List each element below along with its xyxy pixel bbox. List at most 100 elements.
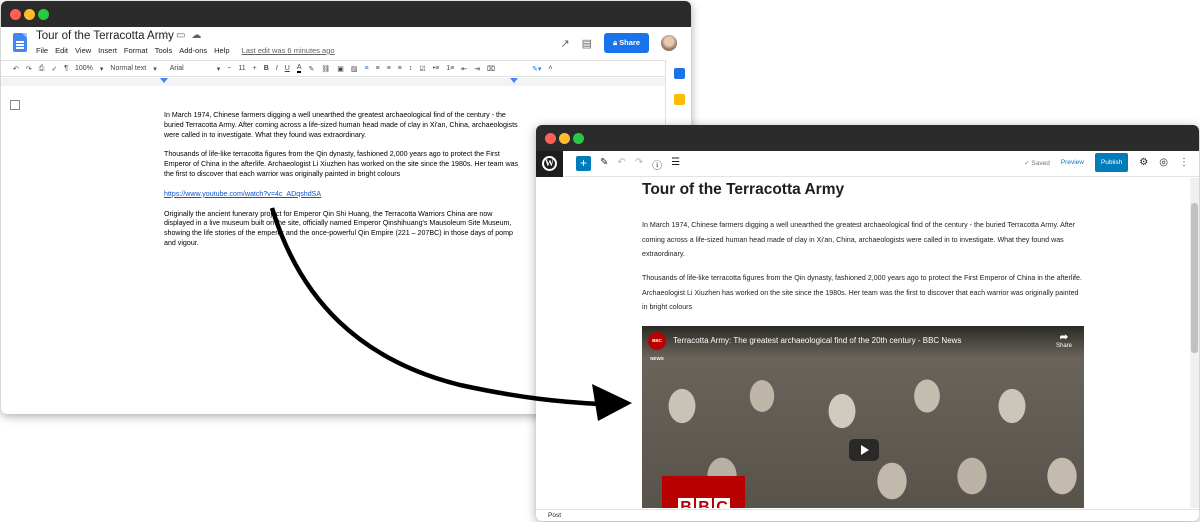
activity-trend-icon[interactable]: ↗	[560, 37, 569, 50]
decrease-size-button[interactable]: −	[227, 65, 231, 72]
increase-indent-icon[interactable]: ⇥	[474, 65, 480, 73]
close-window-button[interactable]	[545, 133, 556, 144]
menu-format[interactable]: Format	[124, 46, 148, 55]
keep-icon[interactable]	[674, 94, 685, 105]
comments-icon[interactable]: ▤	[582, 37, 592, 50]
menu-tools[interactable]: Tools	[155, 46, 173, 55]
scrollbar-thumb[interactable]	[1191, 203, 1198, 353]
underline-icon[interactable]: U	[285, 65, 290, 72]
channel-avatar[interactable]: BBC NEWS	[648, 332, 666, 361]
move-folder-icon[interactable]: ▭	[176, 30, 191, 41]
doc-paragraph[interactable]: In March 1974, Chinese farmers digging a…	[164, 111, 519, 140]
editor-tools: ✎ ↶ ↷ ⓘ ☰	[600, 157, 680, 172]
style-select[interactable]: Normal text	[110, 65, 146, 72]
spellcheck-icon[interactable]: ✓	[51, 65, 57, 73]
increase-size-button[interactable]: +	[253, 65, 257, 72]
calendar-icon[interactable]	[674, 68, 685, 79]
youtube-link[interactable]: https://www.youtube.com/watch?v=4c_ADqsh…	[164, 190, 321, 198]
wordpress-logo-icon[interactable]: W	[536, 151, 563, 177]
link-icon[interactable]: ⛓	[321, 65, 330, 73]
doc-paragraph[interactable]: Originally the ancient funerary project …	[164, 210, 519, 249]
play-button[interactable]	[849, 439, 879, 461]
align-left-icon[interactable]: ≡	[365, 65, 369, 72]
bold-icon[interactable]: B	[264, 65, 269, 72]
chevron-down-icon: ▾	[216, 65, 221, 73]
block-breadcrumb[interactable]: Post	[536, 509, 1199, 521]
undo-icon[interactable]: ↶	[13, 65, 19, 73]
menu-view[interactable]: View	[75, 46, 91, 55]
cloud-status-icon[interactable]: ☁	[191, 30, 207, 41]
scrollbar[interactable]	[1190, 178, 1199, 508]
share-label: Share	[619, 38, 640, 47]
share-label: Share	[1055, 343, 1072, 349]
undo-icon[interactable]: ↶	[617, 157, 625, 172]
maximize-window-button[interactable]	[38, 9, 49, 20]
star-icon[interactable]: ☆	[161, 30, 176, 41]
collapse-toolbar-icon[interactable]: ˄	[548, 65, 552, 72]
chevron-down-icon: ▾	[99, 65, 104, 73]
share-button[interactable]: ➦ Share	[1056, 332, 1072, 349]
add-block-button[interactable]: +	[576, 156, 591, 171]
youtube-embed-block[interactable]: BBC NEWS Terracotta Army: The greatest a…	[642, 326, 1084, 508]
bullet-list-icon[interactable]: •≡	[433, 65, 440, 72]
align-right-icon[interactable]: ≡	[387, 65, 391, 72]
right-indent-marker[interactable]	[510, 78, 518, 83]
menu-addons[interactable]: Add-ons	[179, 46, 207, 55]
clear-formatting-icon[interactable]: ⌧	[487, 65, 495, 73]
bbc-logo: BBC	[662, 476, 745, 508]
ruler[interactable]	[1, 78, 665, 86]
preview-button[interactable]: Preview	[1061, 159, 1084, 166]
image-icon[interactable]: ▨	[351, 65, 358, 73]
last-edit-link[interactable]: Last edit was 6 minutes ago	[242, 46, 335, 55]
minimize-window-button[interactable]	[559, 133, 570, 144]
editing-mode-icon[interactable]: ✎▾	[532, 65, 541, 73]
publish-button[interactable]: Publish	[1094, 153, 1129, 172]
document-body[interactable]: In March 1974, Chinese farmers digging a…	[164, 111, 519, 259]
redo-icon[interactable]: ↷	[26, 65, 32, 73]
minimize-window-button[interactable]	[24, 9, 35, 20]
italic-icon[interactable]: I	[276, 65, 278, 72]
highlight-icon[interactable]: ✎	[308, 65, 314, 73]
menu-edit[interactable]: Edit	[55, 46, 68, 55]
paragraph-block[interactable]: Thousands of life-like terracotta figure…	[642, 271, 1082, 315]
align-center-icon[interactable]: ≡	[376, 65, 380, 72]
settings-gear-icon[interactable]: ⚙	[1139, 157, 1148, 168]
zoom-select[interactable]: 100%	[75, 65, 93, 72]
print-icon[interactable]: ⎙	[39, 65, 45, 73]
justify-icon[interactable]: ≡	[398, 65, 402, 72]
left-indent-marker[interactable]	[160, 78, 168, 83]
doc-paragraph[interactable]: Thousands of life-like terracotta figure…	[164, 150, 519, 179]
font-size-input[interactable]: 11	[238, 65, 245, 72]
saved-label: Saved	[1031, 159, 1050, 167]
numbered-list-icon[interactable]: 1≡	[446, 65, 454, 72]
menu-help[interactable]: Help	[214, 46, 229, 55]
menu-insert[interactable]: Insert	[98, 46, 117, 55]
bbc-logo-text: BBC	[678, 498, 732, 508]
more-options-icon[interactable]: ⋮	[1179, 157, 1189, 168]
comment-icon[interactable]: ▣	[337, 65, 344, 73]
decrease-indent-icon[interactable]: ⇤	[461, 65, 467, 73]
paint-format-icon[interactable]: ¶	[64, 65, 68, 72]
document-title[interactable]: Tour of the Terracotta Army	[36, 30, 174, 42]
close-window-button[interactable]	[10, 9, 21, 20]
checklist-icon[interactable]: ☑	[419, 65, 425, 73]
info-icon[interactable]: ⓘ	[652, 157, 662, 172]
maximize-window-button[interactable]	[573, 133, 584, 144]
paragraph-block[interactable]: In March 1974, Chinese farmers digging a…	[642, 218, 1082, 262]
font-select[interactable]: Arial	[170, 65, 184, 72]
text-color-icon[interactable]: A	[296, 64, 302, 73]
outline-icon[interactable]	[10, 100, 20, 110]
docs-logo-icon[interactable]	[13, 33, 27, 52]
formatting-toolbar: ↶ ↷ ⎙ ✓ ¶ 100% ▾ Normal text ▾ Arial ▾ −…	[1, 60, 665, 77]
share-button[interactable]: 🔒︎ Share	[604, 33, 649, 53]
menu-file[interactable]: File	[36, 46, 48, 55]
line-spacing-icon[interactable]: ↕	[409, 65, 413, 72]
redo-icon[interactable]: ↷	[635, 157, 643, 172]
post-title[interactable]: Tour of the Terracotta Army	[642, 181, 844, 199]
avatar[interactable]	[661, 35, 677, 51]
video-title[interactable]: Terracotta Army: The greatest archaeolog…	[673, 336, 961, 345]
list-view-icon[interactable]: ☰	[671, 157, 680, 172]
edit-pencil-icon[interactable]: ✎	[600, 157, 608, 172]
yoast-icon[interactable]: ◎	[1159, 157, 1168, 168]
saved-status: ✓ Saved	[1024, 159, 1050, 167]
